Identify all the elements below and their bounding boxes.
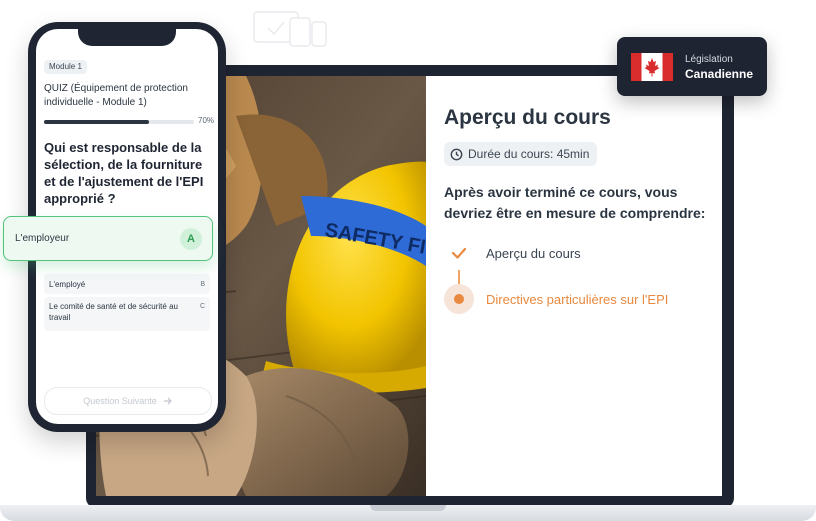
step-ppe-guidelines[interactable]: Directives particulières sur l'EPI bbox=[444, 284, 668, 314]
devices-icon bbox=[253, 11, 327, 47]
active-dot-icon bbox=[444, 284, 474, 314]
duration-text: Durée du cours: 45min bbox=[468, 147, 590, 161]
legislation-badge: Législation Canadienne bbox=[617, 37, 767, 96]
step-label: Directives particulières sur l'EPI bbox=[486, 291, 669, 307]
step-label: Aperçu du cours bbox=[486, 245, 581, 261]
laptop-notch bbox=[370, 505, 446, 511]
answer-option-a-selected[interactable]: L'employeur A bbox=[3, 216, 213, 261]
step-connector bbox=[458, 270, 460, 284]
option-letter: B bbox=[200, 280, 205, 288]
next-question-button[interactable]: Question Suivante bbox=[44, 387, 212, 415]
duration-badge: Durée du cours: 45min bbox=[444, 142, 598, 166]
arrow-right-icon bbox=[163, 397, 172, 405]
step-overview[interactable]: Aperçu du cours bbox=[444, 238, 581, 268]
quiz-progress-bar bbox=[44, 120, 194, 124]
progress-label: 70% bbox=[198, 116, 215, 125]
quiz-question: Qui est responsable de la sélection, de … bbox=[44, 140, 204, 206]
option-text: L'employeur bbox=[15, 233, 70, 244]
phone-notch bbox=[78, 22, 176, 46]
course-intro: Après avoir terminé ce cours, vous devri… bbox=[444, 184, 706, 221]
course-overview-panel: Aperçu du cours Durée du cours: 45min Ap… bbox=[426, 76, 722, 496]
clock-icon bbox=[450, 148, 463, 160]
option-letter: A bbox=[180, 227, 202, 250]
module-chip: Module 1 bbox=[44, 60, 87, 74]
check-icon bbox=[451, 247, 467, 259]
course-title: Aperçu du cours bbox=[444, 106, 611, 129]
next-question-label: Question Suivante bbox=[83, 396, 157, 406]
badge-line2: Canadienne bbox=[685, 66, 754, 81]
badge-line1: Législation bbox=[685, 53, 733, 65]
answer-option-b[interactable]: L'employé B bbox=[44, 274, 210, 294]
option-letter: C bbox=[199, 303, 205, 310]
option-text: Le comité de santé et de sécurité au tra… bbox=[49, 302, 178, 322]
canada-flag-icon bbox=[631, 52, 673, 81]
option-text: L'employé bbox=[49, 279, 86, 289]
answer-option-c[interactable]: Le comité de santé et de sécurité au tra… bbox=[44, 297, 210, 331]
quiz-title: QUIZ (Équipement de protection individue… bbox=[44, 83, 188, 108]
